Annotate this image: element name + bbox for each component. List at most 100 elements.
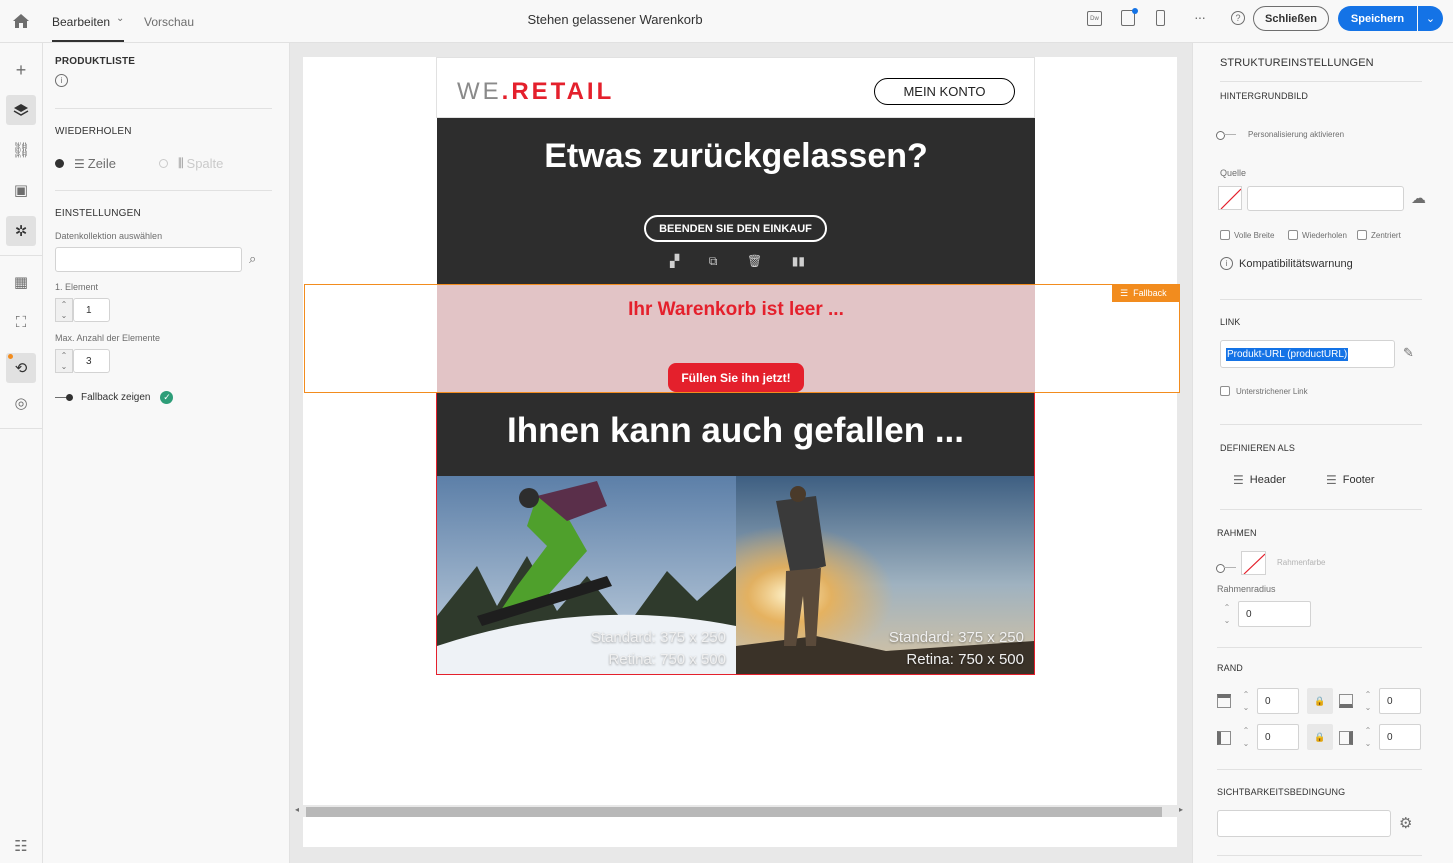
brand-logo: WE.RETAIL xyxy=(457,78,614,106)
lock-icon[interactable]: 🔒 xyxy=(1307,688,1333,714)
top-bar: Bearbeiten ⌄ Vorschau Stehen gelassener … xyxy=(0,0,1453,43)
max-elements-stepper[interactable]: ⌃ ⌄ xyxy=(55,349,73,373)
scrollbar-thumb[interactable] xyxy=(306,807,1162,817)
validation-icon[interactable] xyxy=(1121,8,1138,26)
fill-cart-button[interactable]: Füllen Sie ihn jetzt! xyxy=(668,363,804,392)
empty-cart-text: Ihr Warenkorb ist leer ... xyxy=(628,299,844,320)
margin-right-stepper[interactable]: ⌃ ⌄ xyxy=(1359,724,1377,750)
gear-icon[interactable]: ⚙ xyxy=(1399,814,1412,832)
home-icon[interactable] xyxy=(12,12,30,30)
link-input[interactable]: Produkt-URL (productURL) xyxy=(1220,340,1395,368)
max-elements-input[interactable]: 3 xyxy=(73,349,110,373)
source-color-swatch[interactable] xyxy=(1218,186,1242,210)
frame-title: RAHMEN xyxy=(1217,528,1257,538)
margin-left-input[interactable]: 0 xyxy=(1257,724,1299,750)
margin-top-stepper[interactable]: ⌃ ⌄ xyxy=(1237,688,1255,714)
tab-preview[interactable]: Vorschau xyxy=(144,15,194,29)
margin-bottom-stepper[interactable]: ⌃ ⌄ xyxy=(1359,688,1377,714)
frame-radius-input[interactable]: 0 xyxy=(1238,601,1311,627)
first-element-stepper[interactable]: ⌃ ⌄ xyxy=(55,298,73,322)
full-width-label: Volle Breite xyxy=(1234,230,1275,240)
full-width-checkbox[interactable]: Volle Breite xyxy=(1220,230,1274,240)
define-footer-button[interactable]: ☰ Footer xyxy=(1326,473,1375,487)
repeat-checkbox[interactable]: Wiederholen xyxy=(1288,230,1347,240)
chevron-down-icon[interactable]: ⌄ xyxy=(116,13,124,24)
upload-icon[interactable]: ☁ xyxy=(1411,189,1426,207)
margin-bottom-input[interactable]: 0 xyxy=(1379,688,1421,714)
divider xyxy=(1220,424,1422,425)
define-header-button[interactable]: ☰ Header xyxy=(1233,473,1286,487)
block-toolbar: ▞ ⧉ 🗑 ▮▮ xyxy=(670,254,805,270)
underline-checkbox[interactable]: Unterstrichener Link xyxy=(1220,386,1308,396)
conditional-content-icon[interactable]: ⟲ xyxy=(6,353,36,383)
close-button[interactable]: Schließen xyxy=(1253,6,1329,31)
columns-icon[interactable]: ▮▮ xyxy=(792,254,805,270)
tree-view-icon[interactable]: ☷ xyxy=(6,831,36,861)
first-element-label: 1. Element xyxy=(55,282,99,292)
edit-pencil-icon[interactable]: ✎ xyxy=(1403,345,1414,361)
recommendation-block[interactable]: Ihnen kann auch gefallen ... Standard: 3… xyxy=(436,393,1035,675)
account-button[interactable]: MEIN KONTO xyxy=(874,78,1015,105)
info-icon[interactable]: i xyxy=(55,74,68,87)
first-element-input[interactable]: 1 xyxy=(73,298,110,322)
hero-block[interactable]: Etwas zurückgelassen? BEENDEN SIE DEN EI… xyxy=(437,118,1035,284)
dreamweaver-icon[interactable]: Dw xyxy=(1087,11,1102,26)
help-icon[interactable]: ? xyxy=(1231,11,1245,25)
link-icon[interactable]: ⛓ xyxy=(6,135,36,165)
personalization-icon[interactable]: ✲ xyxy=(6,216,36,246)
add-icon[interactable]: + xyxy=(6,55,36,85)
centered-checkbox[interactable]: Zentriert xyxy=(1357,230,1401,240)
margin-bottom-value: 0 xyxy=(1387,695,1393,707)
account-button-label: MEIN KONTO xyxy=(903,84,986,99)
divider xyxy=(1217,769,1422,770)
repeat-column-radio[interactable]: ⫼ Spalte xyxy=(159,156,223,171)
fallback-block[interactable]: Ihr Warenkorb ist leer ... Füllen Sie ih… xyxy=(304,284,1180,393)
layers-icon[interactable] xyxy=(6,95,36,125)
duplicate-icon[interactable]: ⧉ xyxy=(709,254,718,270)
scroll-left-arrow[interactable]: ◂ xyxy=(295,805,299,814)
more-icon[interactable]: ··· xyxy=(1194,9,1206,25)
email-header[interactable]: WE.RETAIL MEIN KONTO xyxy=(436,57,1035,118)
select-parent-icon[interactable]: ▞ xyxy=(670,254,679,270)
margin-top-value: 0 xyxy=(1265,695,1271,707)
margin-right-value: 0 xyxy=(1387,731,1393,743)
lock-icon[interactable]: 🔒 xyxy=(1307,724,1333,750)
collection-picker-icon[interactable]: ⌕ xyxy=(249,251,256,267)
repeat-row-radio[interactable]: ☰ Zeile xyxy=(55,156,116,171)
navigation-icon[interactable]: ◎ xyxy=(6,388,36,418)
logo-retail: RETAIL xyxy=(511,78,615,105)
divider xyxy=(55,190,272,191)
save-options-button[interactable]: ⌄ xyxy=(1418,6,1443,31)
dynamic-content-icon[interactable]: ⛶ xyxy=(6,307,36,337)
source-input[interactable] xyxy=(1247,186,1404,211)
fallback-toggle[interactable]: Fallback zeigen ✓ xyxy=(55,391,174,404)
mobile-preview-icon[interactable] xyxy=(1156,10,1165,26)
horizontal-scrollbar[interactable]: ◂ ▸ xyxy=(295,805,1183,817)
delete-icon[interactable]: 🗑 xyxy=(747,254,762,270)
margin-left-stepper[interactable]: ⌃ ⌄ xyxy=(1237,724,1255,750)
finish-shopping-label: BEENDEN SIE DEN EINKAUF xyxy=(659,222,812,235)
divider xyxy=(1220,509,1422,510)
save-button[interactable]: Speichern xyxy=(1338,6,1417,31)
product-image-hiker[interactable]: Standard: 375 x 250 Retina: 750 x 500 xyxy=(736,476,1034,674)
assets-icon[interactable]: ▣ xyxy=(6,175,36,205)
frame-toggle[interactable] xyxy=(1216,559,1236,577)
fragments-icon[interactable]: ▦ xyxy=(6,267,36,297)
product-image-snowboarder[interactable]: Standard: 375 x 250 Retina: 750 x 500 xyxy=(437,476,736,674)
visibility-input[interactable] xyxy=(1217,810,1391,837)
personalize-toggle[interactable]: Personalisierung aktivieren xyxy=(1216,130,1344,140)
margin-left-value: 0 xyxy=(1265,731,1271,743)
fallback-label: Fallback zeigen xyxy=(81,392,151,403)
scroll-right-arrow[interactable]: ▸ xyxy=(1179,805,1183,814)
frame-color-swatch[interactable] xyxy=(1241,551,1266,575)
margin-right-input[interactable]: 0 xyxy=(1379,724,1421,750)
tab-edit[interactable]: Bearbeiten xyxy=(52,15,110,29)
finish-shopping-button[interactable]: BEENDEN SIE DEN EINKAUF xyxy=(644,215,827,242)
image1-caption-retina: Retina: 750 x 500 xyxy=(608,651,726,668)
frame-radius-stepper[interactable]: ⌃ ⌄ xyxy=(1218,601,1236,627)
settings-title: EINSTELLUNGEN xyxy=(55,208,141,219)
margin-top-input[interactable]: 0 xyxy=(1257,688,1299,714)
compat-warning[interactable]: i Kompatibilitätswarnung xyxy=(1220,257,1353,270)
visibility-title: SICHTBARKEITSBEDINGUNG xyxy=(1217,787,1346,797)
collection-input[interactable] xyxy=(55,247,242,272)
